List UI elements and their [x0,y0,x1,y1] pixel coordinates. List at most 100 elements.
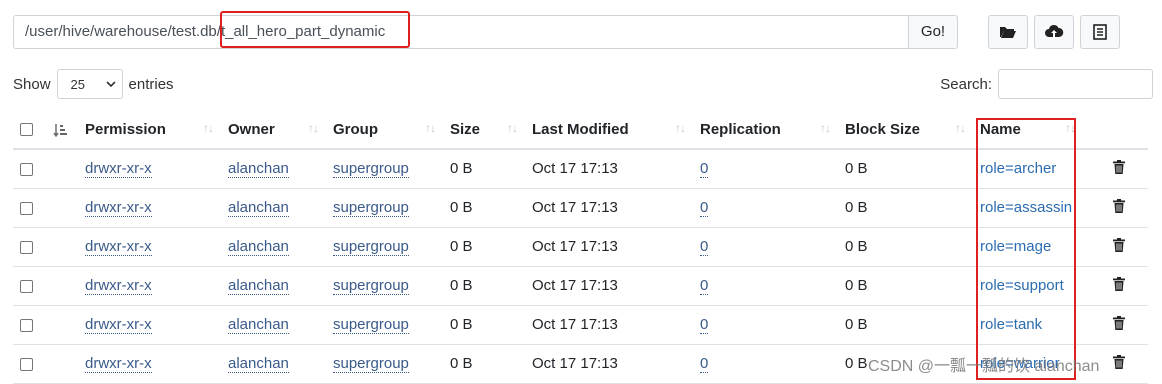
group-link[interactable]: supergroup [333,199,409,217]
permission-link[interactable]: drwxr-xr-x [85,238,152,256]
owner-cell: alanchan [221,227,326,267]
column-header-last-modified[interactable]: Last Modified ↑↓ [525,110,693,150]
table-row: drwxr-xr-x alanchan supergroup 0 B Oct 1… [13,344,1148,384]
row-checkbox[interactable] [20,201,33,215]
permission-cell: drwxr-xr-x [78,305,221,345]
group-link[interactable]: supergroup [333,316,409,334]
group-cell: supergroup [326,188,443,228]
owner-link[interactable]: alanchan [228,277,289,295]
trash-icon[interactable] [1113,276,1125,291]
actions-cell [1083,266,1148,306]
permission-cell: drwxr-xr-x [78,266,221,306]
column-header-group[interactable]: Group ↑↓ [326,110,443,150]
name-link[interactable]: role=support [980,277,1064,294]
permission-cell: drwxr-xr-x [78,149,221,189]
block-size-cell: 0 B [838,344,973,384]
length-control: Show 25 entries [13,69,174,99]
select-all-checkbox[interactable] [20,123,33,137]
name-link[interactable]: role=warrior [980,355,1060,372]
replication-link[interactable]: 0 [700,160,709,179]
owner-link[interactable]: alanchan [228,355,289,373]
actions-cell [1083,344,1148,384]
row-checkbox[interactable] [20,318,33,332]
table-row: drwxr-xr-x alanchan supergroup 0 B Oct 1… [13,305,1148,345]
permission-cell: drwxr-xr-x [78,188,221,228]
trash-icon[interactable] [1113,354,1125,369]
owner-link[interactable]: alanchan [228,316,289,334]
column-label: Permission [85,120,166,138]
entries-label: entries [128,75,174,93]
group-cell: supergroup [326,305,443,345]
trash-icon[interactable] [1113,237,1125,252]
row-checkbox[interactable] [20,162,33,176]
sort-icon: ↑↓ [1065,121,1076,135]
column-header-replication[interactable]: Replication ↑↓ [693,110,838,150]
block-size-cell: 0 B [838,305,973,345]
owner-link[interactable]: alanchan [228,160,289,179]
group-link[interactable]: supergroup [333,277,409,295]
trash-icon[interactable] [1113,315,1125,330]
sort-column-header[interactable] [46,110,78,150]
replication-link[interactable]: 0 [700,316,709,334]
modified-cell: Oct 17 17:13 [525,227,693,267]
column-header-permission[interactable]: Permission ↑↓ [78,110,221,150]
trash-icon[interactable] [1113,159,1125,174]
owner-cell: alanchan [221,149,326,189]
replication-link[interactable]: 0 [700,355,709,373]
replication-link[interactable]: 0 [700,199,709,217]
group-link[interactable]: supergroup [333,355,409,373]
upload-button[interactable] [1034,15,1074,49]
name-link[interactable]: role=tank [980,316,1042,333]
permission-link[interactable]: drwxr-xr-x [85,277,152,295]
trash-icon[interactable] [1113,198,1125,213]
name-cell: role=mage [973,227,1083,267]
row-select-cell [13,344,46,384]
group-link[interactable]: supergroup [333,238,409,256]
row-checkbox[interactable] [20,240,33,254]
group-link[interactable]: supergroup [333,160,409,179]
permission-link[interactable]: drwxr-xr-x [85,160,152,179]
column-header-name[interactable]: Name ↑↓ [973,110,1083,150]
entries-select[interactable]: 25 [56,69,123,99]
column-header-block-size[interactable]: Block Size ↑↓ [838,110,973,150]
sort-icon: ↑↓ [675,121,686,135]
owner-link[interactable]: alanchan [228,238,289,256]
create-directory-button[interactable] [988,15,1028,49]
permission-link[interactable]: drwxr-xr-x [85,355,152,373]
sort-icon: ↑↓ [955,121,966,135]
column-header-size[interactable]: Size ↑↓ [443,110,525,150]
block-size-cell: 0 B [838,227,973,267]
row-checkbox[interactable] [20,357,33,371]
owner-link[interactable]: alanchan [228,199,289,217]
row-checkbox[interactable] [20,279,33,293]
owner-cell: alanchan [221,344,326,384]
folder-open-icon [1000,27,1016,38]
search-input[interactable] [998,69,1153,99]
name-link[interactable]: role=mage [980,238,1051,255]
column-label: Owner [228,120,275,138]
actions-cell [1083,188,1148,228]
column-header-owner[interactable]: Owner ↑↓ [221,110,326,150]
search-label: Search: [940,75,992,93]
replication-link[interactable]: 0 [700,238,709,256]
go-button[interactable]: Go! [908,15,958,49]
name-link[interactable]: role=assassin [980,199,1072,216]
size-cell: 0 B [443,344,525,384]
row-select-cell [13,227,46,267]
replication-cell: 0 [693,188,838,228]
column-label: Group [333,120,378,138]
permission-link[interactable]: drwxr-xr-x [85,199,152,217]
permission-cell: drwxr-xr-x [78,227,221,267]
modified-cell: Oct 17 17:13 [525,305,693,345]
path-input[interactable]: /user/hive/warehouse/test.db/t_all_hero_… [13,15,908,49]
row-select-cell [13,149,46,189]
sort-icon: ↑↓ [507,121,518,135]
permission-link[interactable]: drwxr-xr-x [85,316,152,334]
size-cell: 0 B [443,266,525,306]
sort-icon: ↑↓ [203,121,214,135]
name-link[interactable]: role=archer [980,160,1056,177]
cut-paste-button[interactable] [1080,15,1120,49]
replication-link[interactable]: 0 [700,277,709,295]
empty-cell [46,149,78,189]
column-label: Name [980,120,1021,138]
